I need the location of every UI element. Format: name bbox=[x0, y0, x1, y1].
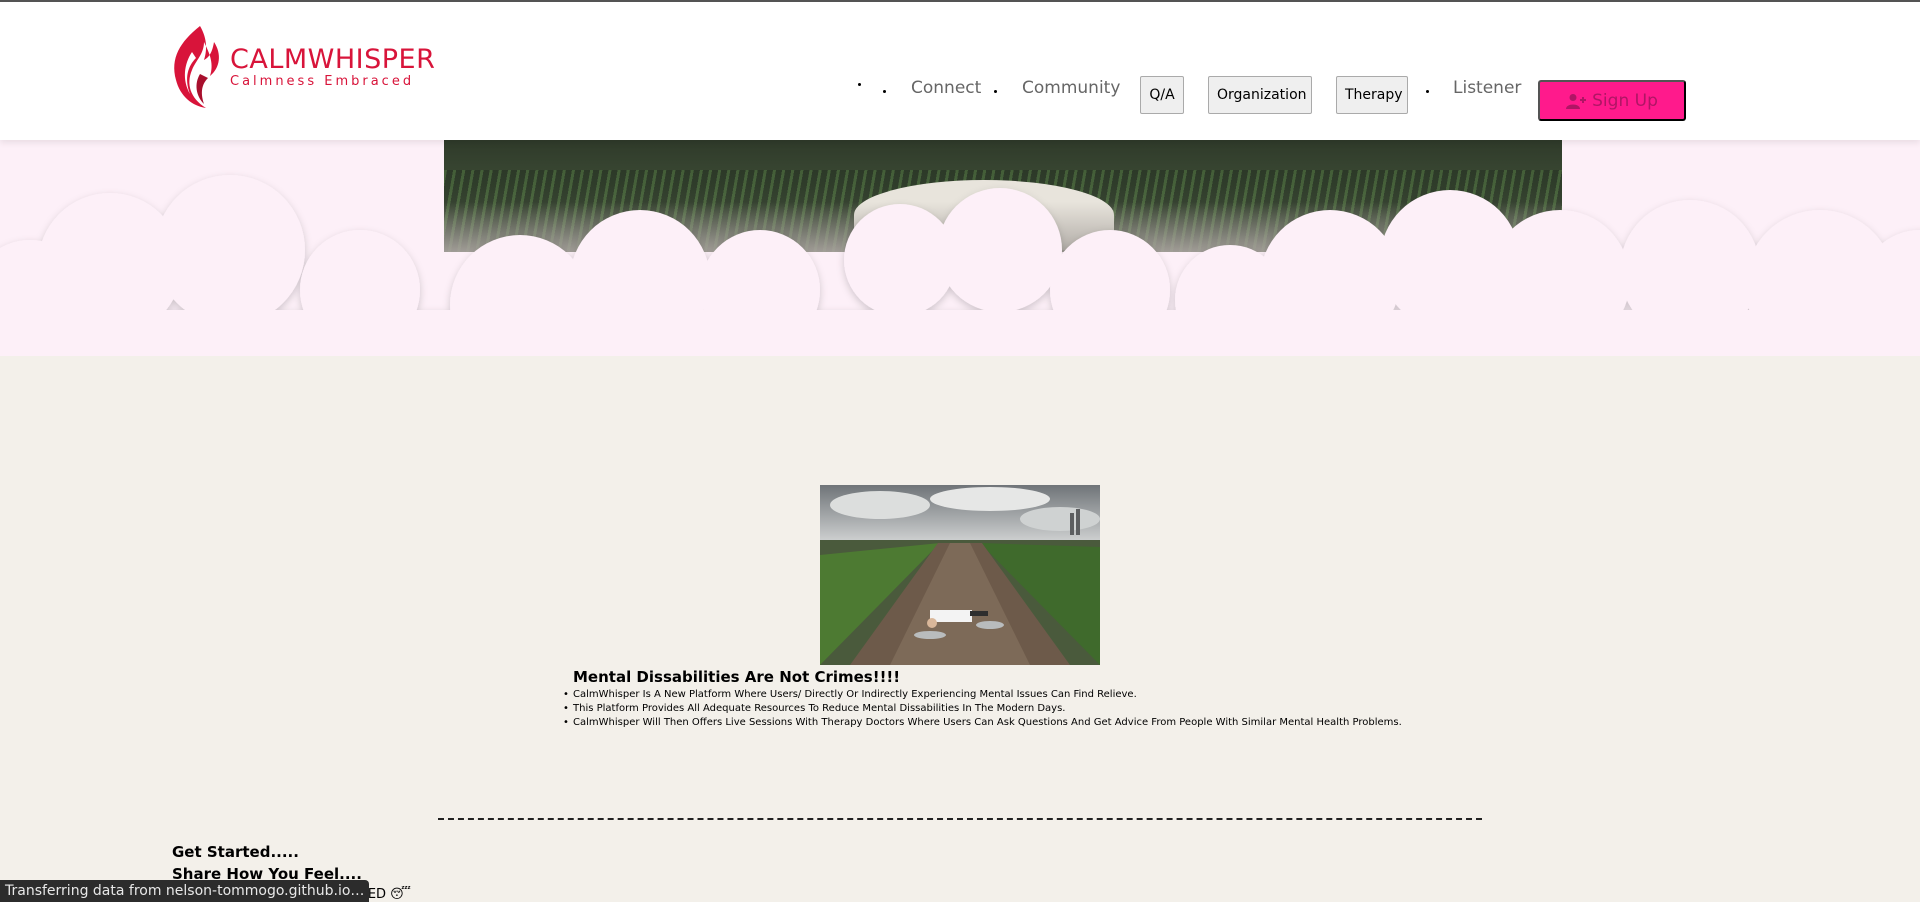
therapy-button[interactable]: Therapy bbox=[1336, 76, 1408, 114]
clouds-decoration bbox=[0, 175, 1920, 356]
content-bullet-list: CalmWhisper Is A New Platform Where User… bbox=[563, 688, 1402, 730]
sign-up-label: Sign Up bbox=[1592, 90, 1658, 111]
qa-button[interactable]: Q/A bbox=[1140, 76, 1184, 114]
content-title: Mental Dissabilities Are Not Crimes!!!! bbox=[573, 668, 901, 686]
brand-tagline: Calmness Embraced bbox=[230, 74, 415, 89]
get-started-heading: Get Started..... bbox=[172, 843, 299, 861]
user-plus-icon bbox=[1566, 93, 1587, 109]
browser-status-bar: Transferring data from nelson-tommogo.gi… bbox=[0, 880, 370, 902]
list-item: CalmWhisper Is A New Platform Where User… bbox=[563, 688, 1402, 702]
nav-bullet bbox=[994, 90, 997, 93]
sign-up-button[interactable]: Sign Up bbox=[1538, 80, 1686, 121]
nav-link-connect[interactable]: Connect bbox=[911, 78, 981, 98]
flame-logo-icon bbox=[174, 26, 219, 108]
nav-link-community[interactable]: Community bbox=[1022, 78, 1120, 98]
hero-banner bbox=[0, 140, 1920, 356]
brand-title: CALMWHISPER bbox=[230, 44, 436, 75]
nav-bullet bbox=[858, 83, 861, 86]
brand-logo[interactable]: CALMWHISPER Calmness Embraced bbox=[170, 24, 435, 112]
nav-bullet bbox=[1426, 90, 1429, 93]
nav-bullet bbox=[883, 90, 886, 93]
list-item: This Platform Provides All Adequate Reso… bbox=[563, 702, 1402, 716]
organization-button[interactable]: Organization bbox=[1208, 76, 1312, 114]
dashed-divider bbox=[438, 818, 1482, 820]
road-photo-illustration bbox=[820, 485, 1100, 665]
site-header: CALMWHISPER Calmness Embraced Connect Co… bbox=[0, 2, 1920, 140]
nav-link-listener[interactable]: Listener bbox=[1453, 78, 1521, 98]
content-image bbox=[820, 485, 1100, 665]
list-item: CalmWhisper Will Then Offers Live Sessio… bbox=[563, 716, 1402, 730]
